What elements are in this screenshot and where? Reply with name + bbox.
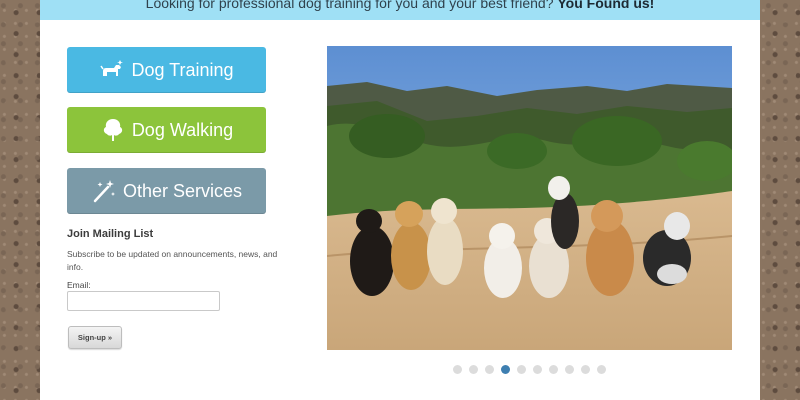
slideshow-dot[interactable] [565, 365, 574, 374]
slideshow-image [327, 46, 732, 350]
slideshow-dot[interactable] [549, 365, 558, 374]
other-services-button[interactable]: Other Services [67, 168, 266, 214]
slideshow-dot[interactable] [453, 365, 462, 374]
signup-button[interactable]: Sign-up » [68, 326, 122, 349]
slideshow-pager [453, 365, 613, 375]
tree-icon [100, 117, 126, 143]
slideshow-dot[interactable] [597, 365, 606, 374]
slideshow-dot[interactable] [517, 365, 526, 374]
other-services-label: Other Services [122, 180, 243, 201]
mailing-list-title: Join Mailing List [67, 228, 154, 240]
slideshow-dot[interactable] [469, 365, 478, 374]
dog-training-label: Dog Training [131, 59, 234, 80]
slideshow-dot[interactable] [501, 365, 510, 374]
banner-text: Looking for professional dog training fo… [145, 0, 554, 11]
email-field[interactable] [67, 291, 220, 311]
dog-walking-label: Dog Walking [131, 119, 234, 140]
dog-walking-button[interactable]: Dog Walking [67, 107, 266, 153]
top-banner: Looking for professional dog training fo… [40, 0, 760, 20]
content-panel: Dog Training Dog Walking Other Services … [40, 20, 760, 400]
email-label: Email: [67, 280, 91, 290]
dog-icon [99, 57, 125, 83]
slideshow-dot[interactable] [485, 365, 494, 374]
mailing-list-description: Subscribe to be updated on announcements… [67, 249, 278, 272]
dog-training-button[interactable]: Dog Training [67, 47, 266, 93]
banner-highlight: You Found us! [557, 0, 655, 11]
slideshow-dot[interactable] [581, 365, 590, 374]
slideshow-dot[interactable] [533, 365, 542, 374]
dogs-photo [327, 46, 732, 350]
magic-wand-icon [91, 178, 117, 204]
